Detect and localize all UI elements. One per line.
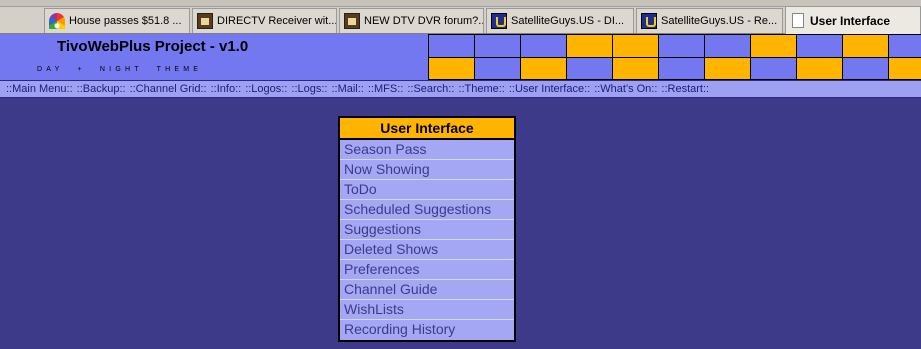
tab-label: DIRECTV Receiver wit... (217, 15, 337, 27)
page-header: TivoWebPlus Project - v1.0 DAY + NIGHT T… (0, 34, 921, 80)
nav-links: ::Main Menu::::Backup::::Channel Grid:::… (6, 83, 713, 95)
tab-user-interface[interactable]: User Interface (785, 6, 921, 34)
theme-subtitle: DAY + NIGHT THEME (37, 66, 203, 73)
menu-item[interactable]: Now Showing (340, 160, 514, 180)
nav-link[interactable]: ::Logs:: (291, 83, 327, 95)
nav-link[interactable]: ::Logos:: (245, 83, 287, 95)
tv-icon (197, 13, 213, 29)
pattern-cell (750, 57, 797, 80)
pattern-cell (842, 57, 889, 80)
user-interface-menu: User Interface Season Pass Now Showing ToD… (338, 116, 516, 342)
tab-house-passes[interactable]: House passes $51.8 ... (44, 8, 190, 33)
tv-icon (344, 13, 360, 29)
nav-link[interactable]: ::Theme:: (458, 83, 504, 95)
menu-item[interactable]: ToDo (340, 180, 514, 200)
pattern-cell (704, 57, 751, 80)
pattern-cell (566, 34, 613, 58)
nav-link[interactable]: ::Info:: (211, 83, 242, 95)
tab-label: House passes $51.8 ... (69, 15, 182, 27)
pattern-cell (796, 34, 843, 58)
pattern-cell (520, 34, 567, 58)
satelliteguys-icon (641, 13, 657, 29)
pattern-cell (428, 34, 475, 58)
nav-link[interactable]: ::Channel Grid:: (130, 83, 207, 95)
pattern-cell (704, 34, 751, 58)
nav-link[interactable]: ::Mail:: (331, 83, 363, 95)
nav-link[interactable]: ::User Interface:: (509, 83, 590, 95)
pattern-cell (888, 57, 921, 80)
tab-label: SatelliteGuys.US - Re... (661, 15, 778, 27)
pattern-cell (428, 57, 475, 80)
pattern-cell (658, 34, 705, 58)
nav-link[interactable]: ::Backup:: (77, 83, 126, 95)
page-title: TivoWebPlus Project - v1.0 (57, 38, 249, 55)
menu-item[interactable]: Channel Guide (340, 280, 514, 300)
tab-new-dtv-dvr-forum[interactable]: NEW DTV DVR forum?... (339, 8, 484, 33)
pattern-cell (520, 57, 567, 80)
tab-satelliteguys-1[interactable]: SatelliteGuys.US - DI... (486, 8, 634, 33)
tab-label: User Interface (810, 13, 891, 28)
nav-link[interactable]: ::Main Menu:: (6, 83, 73, 95)
menu-items: Season Pass Now Showing ToDo Scheduled Sugg… (340, 140, 514, 340)
nav-link[interactable]: ::Search:: (407, 83, 454, 95)
menu-item[interactable]: Scheduled Suggestions (340, 200, 514, 220)
pattern-cell (658, 57, 705, 80)
pattern-cell (612, 34, 659, 58)
pattern-cell (474, 57, 521, 80)
document-icon (792, 13, 804, 28)
satelliteguys-icon (491, 13, 507, 29)
menu-item[interactable]: Recording History (340, 320, 514, 340)
nbc-peacock-icon (49, 13, 65, 29)
tab-label: SatelliteGuys.US - DI... (511, 15, 625, 27)
menu-item[interactable]: Suggestions (340, 220, 514, 240)
nav-link[interactable]: ::What's On:: (594, 83, 657, 95)
browser-tab-strip: House passes $51.8 ... DIRECTV Receiver … (0, 0, 921, 34)
tab-directv-receiver[interactable]: DIRECTV Receiver wit... (192, 8, 337, 33)
pattern-cell (612, 57, 659, 80)
menu-item[interactable]: Preferences (340, 260, 514, 280)
menu-item[interactable]: WishLists (340, 300, 514, 320)
menu-item[interactable]: Deleted Shows (340, 240, 514, 260)
tab-satelliteguys-2[interactable]: SatelliteGuys.US - Re... (636, 8, 783, 33)
pattern-cell (842, 34, 889, 58)
tab-strip-top-edge (0, 0, 921, 7)
pattern-cell (750, 34, 797, 58)
pattern-cell (566, 57, 613, 80)
nav-bar: ::Main Menu::::Backup::::Channel Grid:::… (0, 80, 921, 98)
nav-link[interactable]: ::MFS:: (368, 83, 403, 95)
pattern-cell (888, 34, 921, 58)
pattern-cell (474, 34, 521, 58)
nav-link[interactable]: ::Restart:: (661, 83, 709, 95)
header-pattern-grid (428, 34, 921, 80)
menu-title: User Interface (340, 118, 514, 140)
tab-label: NEW DTV DVR forum?... (364, 15, 484, 27)
menu-item[interactable]: Season Pass (340, 140, 514, 160)
pattern-cell (796, 57, 843, 80)
